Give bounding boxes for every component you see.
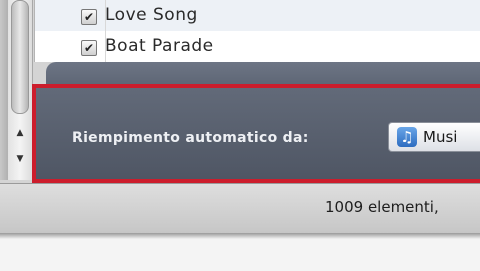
- song-checkbox[interactable]: ✔: [81, 40, 97, 56]
- song-name: Love Song: [105, 5, 198, 25]
- song-row[interactable]: ✔ Love Song: [35, 0, 480, 31]
- autofill-source-value: Musi: [423, 128, 458, 146]
- song-list: ✔ Love Song ✔ Boat Parade: [34, 0, 480, 62]
- status-bar: 1009 elementi,: [0, 183, 480, 234]
- window-left-edge: [0, 0, 8, 180]
- song-name: Boat Parade: [105, 36, 214, 56]
- scroll-down-arrow-icon[interactable]: ▼: [12, 150, 28, 168]
- music-note-icon: ♫: [397, 127, 417, 147]
- window-bottom-shadow: [0, 233, 480, 239]
- check-column-cell: ✔: [35, 31, 106, 62]
- autofill-label: Riempimento automatico da:: [72, 130, 309, 146]
- item-count-status: 1009 elementi,: [325, 198, 439, 216]
- vertical-scrollbar[interactable]: ▲ ▼: [8, 0, 33, 180]
- autofill-source-select[interactable]: ♫ Musi: [388, 122, 480, 152]
- check-column-cell: ✔: [35, 0, 106, 31]
- scroll-up-arrow-icon[interactable]: ▲: [12, 124, 28, 142]
- song-row[interactable]: ✔ Boat Parade: [35, 31, 480, 62]
- song-checkbox[interactable]: ✔: [81, 9, 97, 25]
- scroll-thumb[interactable]: [11, 0, 29, 114]
- autofill-panel: Riempimento automatico da: ♫ Musi: [32, 84, 480, 183]
